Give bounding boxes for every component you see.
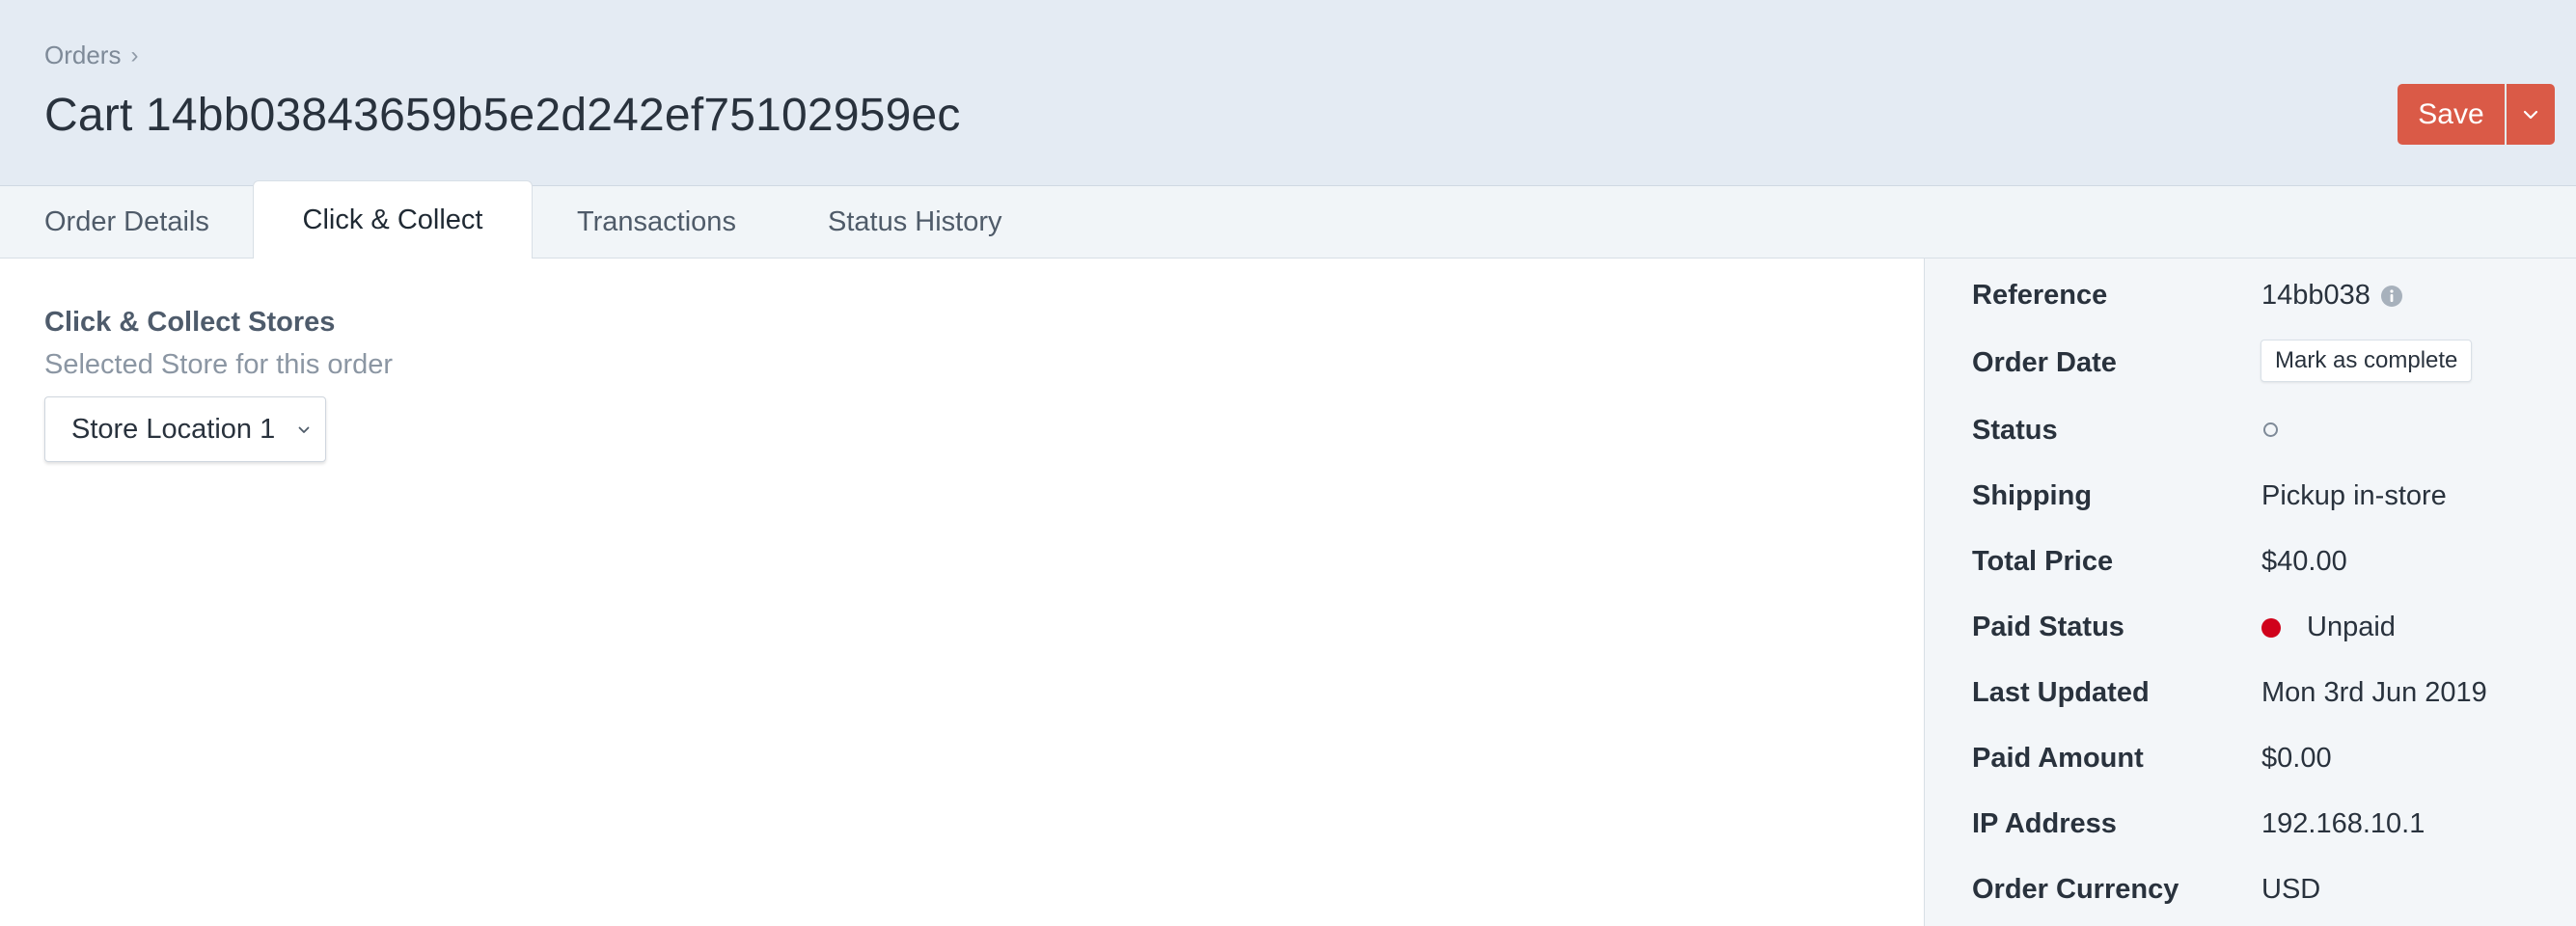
shipping-label: Shipping (1972, 480, 2093, 511)
reference-value-wrap: 14bb038 (2261, 280, 2403, 312)
order-date-label: Order Date (1972, 347, 2117, 378)
meta-row-last-updated: Last Updated Mon 3rd Jun 2019 (1925, 677, 2576, 716)
paid-status-wrap: Unpaid (2261, 612, 2396, 643)
breadcrumb: Orders › (44, 41, 138, 70)
paid-status-label: Paid Status (1972, 612, 2124, 642)
shipping-value: Pickup in-store (2261, 480, 2447, 511)
paid-amount-label: Paid Amount (1972, 743, 2144, 774)
paid-status-value: Unpaid (2307, 612, 2396, 642)
tab-click-collect[interactable]: Click & Collect (253, 180, 533, 259)
store-select-value: Store Location 1 (71, 413, 276, 445)
total-price-value: $40.00 (2261, 546, 2347, 577)
section-title: Click & Collect Stores (44, 307, 336, 338)
paid-amount-value: $0.00 (2261, 743, 2332, 774)
chevron-down-icon (298, 422, 310, 439)
tab-order-details[interactable]: Order Details (44, 186, 209, 259)
tab-transactions[interactable]: Transactions (577, 186, 736, 259)
mark-as-complete-button[interactable]: Mark as complete (2261, 340, 2473, 382)
meta-row-paid-status: Paid Status Unpaid (1925, 612, 2576, 650)
order-currency-value: USD (2261, 874, 2321, 905)
ip-address-value: 192.168.10.1 (2261, 808, 2425, 839)
tab-bar: Order Details Click & Collect Transactio… (0, 180, 2576, 259)
order-currency-label: Order Currency (1972, 874, 2179, 905)
meta-row-paid-amount: Paid Amount $0.00 (1925, 743, 2576, 781)
meta-row-ip-address: IP Address 192.168.10.1 (1925, 808, 2576, 847)
last-updated-value: Mon 3rd Jun 2019 (2261, 677, 2487, 708)
reference-value: 14bb038 (2261, 280, 2370, 311)
main-content: Click & Collect Stores Selected Store fo… (0, 259, 1924, 926)
save-button[interactable]: Save (2398, 84, 2505, 145)
meta-row-total-price: Total Price $40.00 (1925, 546, 2576, 585)
reference-label: Reference (1972, 280, 2108, 311)
status-label: Status (1972, 415, 2058, 446)
tab-status-history[interactable]: Status History (828, 186, 1002, 259)
store-select[interactable]: Store Location 1 (44, 396, 326, 462)
meta-row-reference: Reference 14bb038 (1925, 280, 2576, 318)
breadcrumb-link-orders[interactable]: Orders (44, 41, 121, 70)
total-price-label: Total Price (1972, 546, 2114, 577)
chevron-down-icon (2523, 110, 2538, 120)
save-options-button[interactable] (2507, 84, 2555, 145)
breadcrumb-separator: › (130, 41, 139, 68)
red-dot-icon (2261, 617, 2281, 638)
save-button-group: Save (2398, 84, 2555, 145)
meta-row-status: Status (1925, 415, 2576, 453)
section-subtitle: Selected Store for this order (44, 349, 394, 380)
ip-address-label: IP Address (1972, 808, 2117, 839)
empty-circle-icon (2263, 422, 2278, 437)
info-icon[interactable] (2380, 285, 2403, 308)
meta-row-order-currency: Order Currency USD (1925, 874, 2576, 912)
meta-row-shipping: Shipping Pickup in-store (1925, 480, 2576, 519)
order-meta-sidebar: Reference 14bb038 Order Date Mark as com… (1924, 259, 2576, 926)
page-header: Orders › Cart 14bb03843659b5e2d242ef7510… (0, 0, 2576, 186)
last-updated-label: Last Updated (1972, 677, 2150, 708)
page-title: Cart 14bb03843659b5e2d242ef75102959ec (44, 90, 961, 141)
meta-row-order-date: Order Date Mark as complete (1925, 340, 2576, 386)
